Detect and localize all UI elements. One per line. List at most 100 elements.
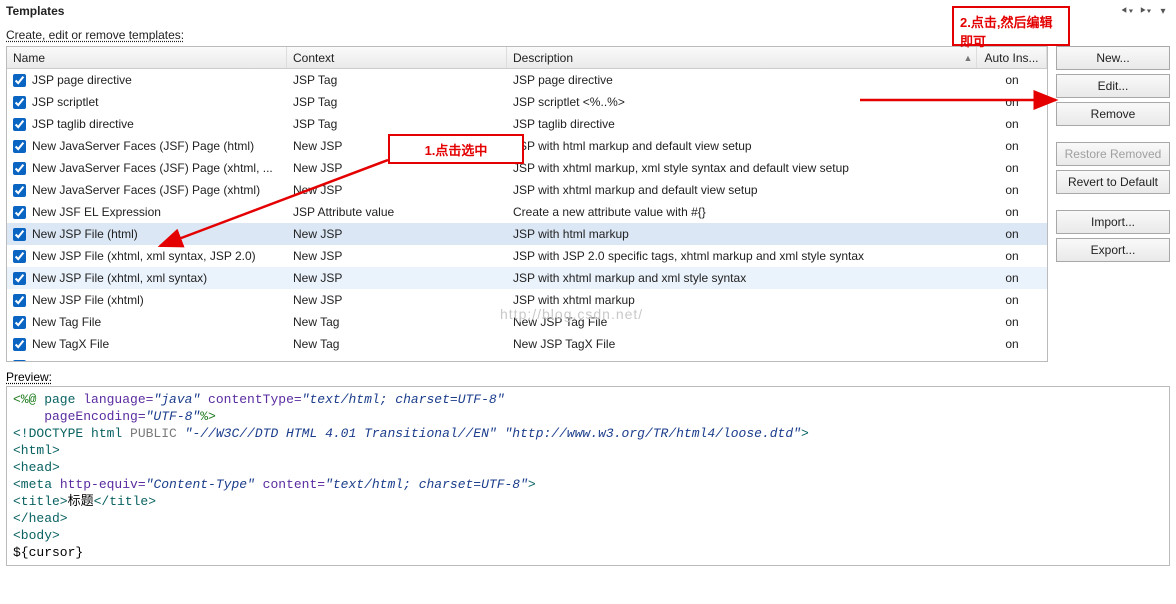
template-auto: on <box>977 271 1047 285</box>
template-description: New JSP Tag File <box>507 315 977 329</box>
template-auto: on <box>977 337 1047 351</box>
template-description: JSP with html markup <box>507 227 977 241</box>
template-description: New JSP TagX File <box>507 337 977 351</box>
template-description: JSP taglib directive <box>507 117 977 131</box>
template-context: New JSP <box>287 227 507 241</box>
template-context: JSP Tag <box>287 73 507 87</box>
table-row[interactable]: JSP taglib directiveJSP TagJSP taglib di… <box>7 113 1047 135</box>
template-name: New JSP File (html) <box>32 227 138 241</box>
restore-removed-button[interactable]: Restore Removed <box>1056 142 1170 166</box>
template-checkbox[interactable] <box>13 118 26 131</box>
template-auto: on <box>977 227 1047 241</box>
table-row[interactable]: New JSP File (xhtml, xml syntax, JSP 2.0… <box>7 245 1047 267</box>
template-auto: on <box>977 249 1047 263</box>
new-button[interactable]: New... <box>1056 46 1170 70</box>
template-context: New Tag <box>287 315 507 329</box>
back-icon[interactable]: ⯇▾ <box>1120 4 1134 18</box>
export-button[interactable]: Export... <box>1056 238 1170 262</box>
template-context: New JSP <box>287 293 507 307</box>
template-checkbox[interactable] <box>13 140 26 153</box>
template-checkbox[interactable] <box>13 338 26 351</box>
table-row[interactable]: New JavaServer Faces (JSF) Page (xhtml, … <box>7 157 1047 179</box>
remove-button[interactable]: Remove <box>1056 102 1170 126</box>
revert-default-button[interactable]: Revert to Default <box>1056 170 1170 194</box>
template-description: JSP page directive <box>507 73 977 87</box>
side-buttons: New... Edit... Remove Restore Removed Re… <box>1056 46 1170 362</box>
template-context: JSP Tag <box>287 359 507 361</box>
table-row[interactable]: New JSF EL Expression JSP Attribute value… <box>7 201 1047 223</box>
page-subtitle: Create, edit or remove templates: <box>0 22 1176 46</box>
col-name[interactable]: Name <box>7 47 287 68</box>
table-row[interactable]: Tag attribute directiveJSP TagTag attrib… <box>7 355 1047 361</box>
table-row[interactable]: New TagX File New TagNew JSP TagX Fileon <box>7 333 1047 355</box>
template-context: New JSP <box>287 271 507 285</box>
template-description: JSP scriptlet <%..%> <box>507 95 977 109</box>
template-name: New TagX File <box>32 337 109 351</box>
template-context: New JSP <box>287 161 507 175</box>
template-auto: on <box>977 205 1047 219</box>
edit-button[interactable]: Edit... <box>1056 74 1170 98</box>
table-header: Name Context Description Auto Ins... ▲ <box>7 47 1047 69</box>
template-checkbox[interactable] <box>13 206 26 219</box>
table-row[interactable]: New JSP File (html) New JSPJSP with html … <box>7 223 1047 245</box>
template-context: New JSP <box>287 183 507 197</box>
template-auto: on <box>977 359 1047 361</box>
template-auto: on <box>977 95 1047 109</box>
col-description[interactable]: Description <box>507 47 977 68</box>
table-row[interactable]: New JavaServer Faces (JSF) Page (xhtml) N… <box>7 179 1047 201</box>
template-checkbox[interactable] <box>13 162 26 175</box>
template-checkbox[interactable] <box>13 228 26 241</box>
template-description: Tag attribute directive <box>507 359 977 361</box>
template-auto: on <box>977 183 1047 197</box>
table-row[interactable]: New JSP File (xhtml, xml syntax)New JSPJ… <box>7 267 1047 289</box>
template-auto: on <box>977 315 1047 329</box>
template-name: New JSP File (xhtml, xml syntax, JSP 2.0… <box>32 249 256 263</box>
table-row[interactable]: New Tag File New TagNew JSP Tag Fileon <box>7 311 1047 333</box>
page-title: Templates <box>0 0 1176 22</box>
template-checkbox[interactable] <box>13 294 26 307</box>
table-body[interactable]: JSP page directiveJSP TagJSP page direct… <box>7 69 1047 361</box>
template-auto: on <box>977 73 1047 87</box>
template-auto: on <box>977 117 1047 131</box>
preview-label: Preview: <box>0 362 1176 386</box>
import-button[interactable]: Import... <box>1056 210 1170 234</box>
template-description: JSP with html markup and default view se… <box>507 139 977 153</box>
table-row[interactable]: JSP scriptletJSP TagJSP scriptlet <%..%>… <box>7 91 1047 113</box>
template-description: JSP with xhtml markup and xml style synt… <box>507 271 977 285</box>
template-auto: on <box>977 139 1047 153</box>
template-description: JSP with xhtml markup <box>507 293 977 307</box>
template-description: JSP with xhtml markup and default view s… <box>507 183 977 197</box>
template-name: New JavaServer Faces (JSF) Page (xhtml) <box>32 183 260 197</box>
template-checkbox[interactable] <box>13 250 26 263</box>
template-checkbox[interactable] <box>13 316 26 329</box>
template-context: JSP Attribute value <box>287 205 507 219</box>
sort-icon: ▲ <box>961 47 975 69</box>
template-auto: on <box>977 161 1047 175</box>
table-row[interactable]: New JavaServer Faces (JSF) Page (html)Ne… <box>7 135 1047 157</box>
col-auto-insert[interactable]: Auto Ins... <box>977 47 1047 68</box>
col-context[interactable]: Context <box>287 47 507 68</box>
template-name: JSP taglib directive <box>32 117 134 131</box>
template-description: Create a new attribute value with #{} <box>507 205 977 219</box>
template-name: New JSP File (xhtml) <box>32 293 144 307</box>
template-context: New JSP <box>287 139 507 153</box>
table-row[interactable]: New JSP File (xhtml) New JSPJSP with xhtm… <box>7 289 1047 311</box>
template-context: New JSP <box>287 249 507 263</box>
template-checkbox[interactable] <box>13 272 26 285</box>
preview-box[interactable]: <%@ page language="java" contentType="te… <box>6 386 1170 566</box>
template-context: JSP Tag <box>287 117 507 131</box>
template-checkbox[interactable] <box>13 184 26 197</box>
template-checkbox[interactable] <box>13 96 26 109</box>
template-context: New Tag <box>287 337 507 351</box>
template-checkbox[interactable] <box>13 360 26 362</box>
template-name: New Tag File <box>32 315 101 329</box>
menu-icon[interactable]: ▾ <box>1156 4 1170 18</box>
table-row[interactable]: JSP page directiveJSP TagJSP page direct… <box>7 69 1047 91</box>
template-checkbox[interactable] <box>13 74 26 87</box>
forward-icon[interactable]: ⯈▾ <box>1138 4 1152 18</box>
view-toolbar: ⯇▾ ⯈▾ ▾ <box>1120 4 1170 18</box>
template-name: Tag attribute directive <box>32 359 146 361</box>
template-name: New JSF EL Expression <box>32 205 161 219</box>
templates-table: Name Context Description Auto Ins... ▲ J… <box>6 46 1048 362</box>
template-name: JSP scriptlet <box>32 95 98 109</box>
